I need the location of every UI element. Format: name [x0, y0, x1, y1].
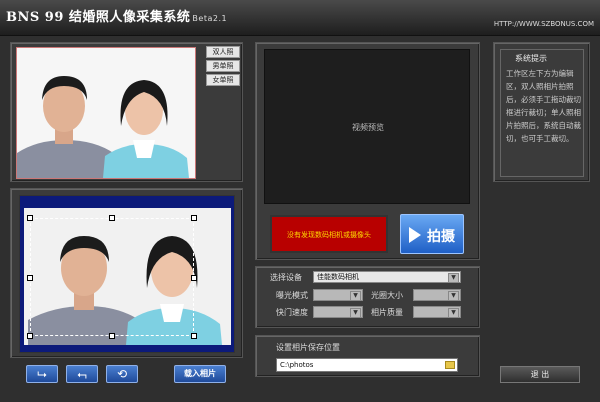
video-panel: 视频预览 没有发现数码相机或摄像头 拍摄 [255, 42, 480, 260]
crop-handle[interactable] [109, 333, 115, 339]
camera-warning-box: 没有发现数码相机或摄像头 [270, 215, 388, 253]
crop-box[interactable] [27, 215, 197, 339]
shoot-label: 拍摄 [427, 229, 455, 245]
tab-couple-photo[interactable]: 双人照 [206, 46, 240, 58]
tips-text: 工作区左下方为编辑区，双人照相片拍照后，必须手工拖动裁切框进行裁切；单人照相片拍… [506, 69, 581, 143]
crop-handle[interactable] [27, 275, 33, 281]
save-path-value: C:\photos [280, 361, 314, 369]
app-title: BNS 99 结婚照人像采集系统 Beta2.1 [6, 10, 228, 25]
rotate-right-button[interactable]: ⮢ [66, 365, 98, 383]
tips-title: 系统提示 [515, 54, 547, 63]
preview-photo [16, 47, 196, 179]
crop-handle[interactable] [191, 333, 197, 339]
shutter-select[interactable]: ▼ [313, 306, 363, 318]
device-select[interactable]: 佳能数码相机 ▼ [313, 271, 461, 283]
chevron-down-icon: ▼ [448, 273, 459, 283]
quality-label: 相片质量 [371, 308, 403, 317]
crop-handle[interactable] [109, 215, 115, 221]
device-label: 选择设备 [270, 273, 302, 282]
video-preview-area: 视频预览 [264, 49, 470, 204]
save-path-field[interactable]: C:\photos [276, 358, 458, 372]
crop-handle[interactable] [191, 215, 197, 221]
device-select-value: 佳能数码相机 [317, 273, 359, 281]
edit-frame [19, 195, 235, 353]
exit-button[interactable]: 退 出 [500, 366, 580, 383]
video-preview-label: 视频预览 [352, 123, 384, 132]
system-tips-panel: 系统提示 工作区左下方为编辑区，双人照相片拍照后，必须手工拖动裁切框进行裁切；单… [493, 42, 590, 182]
chevron-down-icon: ▼ [448, 291, 459, 301]
device-settings-panel: 选择设备 佳能数码相机 ▼ 曝光模式 ▼ 光圈大小 ▼ 快门速度 ▼ 相片质量 … [255, 266, 480, 328]
save-location-label: 设置相片保存位置 [276, 343, 340, 352]
tab-female-photo[interactable]: 女单照 [206, 74, 240, 86]
camera-warning-text: 没有发现数码相机或摄像头 [287, 231, 371, 239]
flip-button[interactable]: ⟲ [106, 365, 138, 383]
chevron-down-icon: ▼ [448, 308, 459, 318]
chevron-down-icon: ▼ [350, 291, 361, 301]
crop-handle[interactable] [27, 333, 33, 339]
crop-handle[interactable] [191, 275, 197, 281]
aperture-label: 光圈大小 [371, 291, 403, 300]
import-photo-button[interactable]: 载入相片 [174, 365, 226, 383]
shutter-label: 快门速度 [276, 308, 308, 317]
tab-male-photo[interactable]: 男单照 [206, 60, 240, 72]
tips-box: 系统提示 工作区左下方为编辑区，双人照相片拍照后，必须手工拖动裁切框进行裁切；单… [500, 49, 584, 177]
preview-photo-panel: 双人照 男单照 女单照 [10, 42, 243, 182]
title-bar: BNS 99 结婚照人像采集系统 Beta2.1 HTTP://WWW.SZBON… [0, 0, 600, 36]
exposure-select[interactable]: ▼ [313, 289, 363, 301]
shoot-button[interactable]: 拍摄 [400, 214, 464, 254]
app-url: HTTP://WWW.SZBONUS.COM [493, 20, 594, 28]
aperture-select[interactable]: ▼ [413, 289, 461, 301]
play-icon [409, 227, 421, 243]
couple-photo-image [17, 48, 195, 178]
quality-select[interactable]: ▼ [413, 306, 461, 318]
folder-icon[interactable] [445, 361, 455, 369]
edit-panel [10, 188, 243, 358]
exposure-label: 曝光模式 [276, 291, 308, 300]
save-location-panel: 设置相片保存位置 C:\photos [255, 335, 480, 377]
rotate-left-button[interactable]: ⮡ [26, 365, 58, 383]
chevron-down-icon: ▼ [350, 308, 361, 318]
crop-handle[interactable] [27, 215, 33, 221]
